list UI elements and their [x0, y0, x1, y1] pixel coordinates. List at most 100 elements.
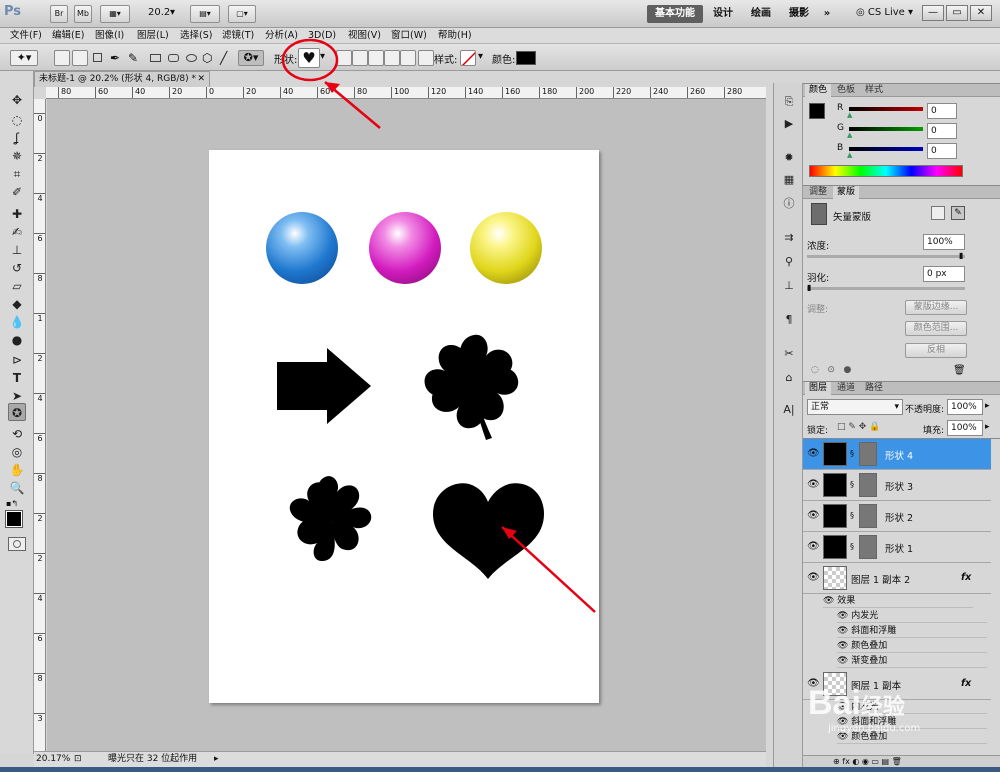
menu-layer[interactable]: 图层(L) — [137, 29, 169, 42]
blend-mode-select[interactable]: 正常 ▾ — [807, 399, 903, 415]
tab-layers[interactable]: 图层 — [805, 382, 832, 395]
blur-tool-icon[interactable]: 💧 — [8, 313, 26, 331]
tool-preset-picker[interactable]: ✦▾ — [10, 50, 38, 66]
layers-footer-icons[interactable]: ⊕ fx ◐ ◉ ▭ ▤ 🗑 — [803, 755, 1000, 767]
layer-row[interactable]: 👁 § 形状 1 — [803, 532, 991, 563]
tab-adjustments[interactable]: 调整 — [805, 186, 831, 199]
chevron-right-icon[interactable]: ▸ — [985, 401, 990, 411]
layer-row[interactable]: 👁 § 形状 4 — [803, 439, 991, 470]
visibility-eye-icon[interactable]: 👁 — [837, 626, 851, 636]
slider-thumb-icon[interactable]: ▲ — [847, 131, 852, 139]
brush-presets-icon[interactable]: ⇉ — [779, 229, 799, 247]
density-slider[interactable] — [807, 255, 965, 258]
exclude-overlap-icon[interactable] — [400, 50, 416, 66]
rectangle-shape-icon[interactable] — [148, 50, 164, 66]
freeform-pen-icon[interactable]: ✎ — [128, 50, 144, 66]
channel-slider-g[interactable] — [849, 127, 923, 131]
opacity-input[interactable]: 100% — [947, 399, 983, 415]
brushes-icon[interactable]: ✂ — [779, 345, 799, 363]
menu-window[interactable]: 窗口(W) — [391, 29, 427, 42]
close-tab-icon[interactable]: ✕ — [197, 72, 205, 86]
effect-row[interactable]: 👁 渐变叠加 — [837, 654, 987, 668]
3d-rotate-icon[interactable]: ⟲ — [8, 425, 26, 443]
visibility-eye-icon[interactable]: 👁 — [807, 510, 820, 521]
channel-slider-b[interactable] — [849, 147, 923, 151]
hand-tool-icon[interactable]: ✋ — [8, 461, 26, 479]
link-chain-icon[interactable]: § — [850, 449, 854, 458]
default-colors-icon[interactable]: ▪↰ — [6, 499, 18, 508]
layer-row[interactable]: 👁 § 形状 2 — [803, 501, 991, 532]
chevron-down-icon[interactable]: ▾ — [478, 51, 483, 62]
shape-layers-mode-icon[interactable] — [54, 50, 70, 66]
chevron-right-icon[interactable]: ▸ — [985, 422, 990, 432]
tool-presets-icon[interactable]: ⊥ — [779, 277, 799, 295]
menu-file[interactable]: 文件(F) — [10, 29, 42, 42]
animation-icon[interactable]: ⌂ — [779, 369, 799, 387]
visibility-eye-icon[interactable]: 👁 — [807, 541, 820, 552]
move-tool-icon[interactable]: ✥ — [8, 91, 26, 109]
invert-button[interactable]: 反相 — [905, 343, 967, 358]
tab-channels[interactable]: 通道 — [833, 382, 859, 395]
link-chain-icon[interactable]: § — [850, 480, 854, 489]
color-spectrum-bar[interactable] — [809, 165, 963, 177]
visibility-eye-icon[interactable]: 👁 — [837, 656, 851, 666]
vector-mask-icon[interactable]: ✎ — [951, 206, 965, 220]
pixel-mask-icon[interactable] — [931, 206, 945, 220]
menu-select[interactable]: 选择(S) — [180, 29, 212, 42]
style-picker[interactable] — [460, 50, 476, 66]
3d-panel-icon[interactable]: ✹ — [779, 149, 799, 167]
brush-tool-icon[interactable]: ✍ — [8, 223, 26, 241]
ellipse-shape-icon[interactable] — [184, 50, 200, 66]
color-swatch[interactable] — [516, 51, 536, 65]
fill-input[interactable]: 100% — [947, 420, 983, 436]
more-workspaces-button[interactable]: » — [818, 5, 836, 23]
visibility-eye-icon[interactable]: 👁 — [823, 596, 837, 606]
visibility-eye-icon[interactable]: 👁 — [837, 641, 851, 651]
slider-thumb-icon[interactable]: ▲ — [847, 111, 852, 119]
mini-bridge-button[interactable]: Mb — [74, 5, 92, 23]
polygon-shape-icon[interactable]: ⬡ — [202, 50, 218, 66]
dodge-tool-icon[interactable]: ● — [8, 331, 26, 349]
zoom-tool-icon[interactable]: 🔍 — [8, 479, 26, 497]
menu-filter[interactable]: 滤镜(T) — [222, 29, 254, 42]
color-panel-foreground[interactable] — [809, 103, 825, 119]
foreground-color[interactable] — [5, 510, 23, 528]
history-panel-icon[interactable]: ⎘ — [779, 93, 799, 111]
visibility-eye-icon[interactable]: 👁 — [837, 611, 851, 621]
status-zoom[interactable]: 20.17% — [36, 752, 70, 767]
marquee-tool-icon[interactable]: ◌ — [8, 111, 26, 129]
eraser-tool-icon[interactable]: ▱ — [8, 277, 26, 295]
density-input[interactable]: 100% — [923, 234, 965, 250]
status-menu-icon[interactable]: ▸ — [214, 752, 219, 767]
visibility-eye-icon[interactable]: 👁 — [807, 479, 820, 490]
lock-icons[interactable]: □ ✎ ✥ 🔒 — [837, 422, 880, 432]
feather-input[interactable]: 0 px — [923, 266, 965, 282]
eyedropper-tool-icon[interactable]: ✐ — [8, 183, 26, 201]
effect-row[interactable]: 👁 颜色叠加 — [837, 639, 987, 653]
effects-header[interactable]: 👁 效果 — [823, 594, 973, 608]
workspace-painting[interactable]: 绘画 — [746, 5, 776, 23]
3d-orbit-icon[interactable]: ◎ — [8, 443, 26, 461]
healing-brush-icon[interactable]: ✚ — [8, 205, 26, 223]
status-info-icon[interactable]: ⊡ — [74, 752, 82, 767]
mask-panel-footer-icons[interactable]: ◌ ⊙ ● — [811, 365, 851, 375]
histogram-icon[interactable]: ▦ — [779, 171, 799, 189]
pen-tool-icon[interactable]: ⊳ — [8, 351, 26, 369]
layer-row[interactable]: 👁 图层 1 副本 2 fx — [803, 563, 991, 594]
custom-shape-tool-icon[interactable]: ✪ — [8, 403, 26, 421]
fill-pixels-mode-icon[interactable] — [90, 50, 106, 66]
paint-bucket-icon[interactable]: ◆ — [8, 295, 26, 313]
paths-mode-icon[interactable] — [72, 50, 88, 66]
quick-mask-icon[interactable] — [8, 537, 26, 551]
bridge-button[interactable]: Br — [50, 5, 68, 23]
rounded-rectangle-icon[interactable] — [166, 50, 182, 66]
link-layer-style-icon[interactable] — [418, 50, 434, 66]
info-panel-icon[interactable]: ⓘ — [779, 195, 799, 213]
workspace-design[interactable]: 设计 — [708, 5, 738, 23]
workspace-essentials[interactable]: 基本功能 — [647, 5, 703, 23]
chevron-down-icon[interactable]: ▾ — [170, 7, 175, 18]
minimize-button[interactable]: — — [922, 5, 944, 21]
fx-icon[interactable]: fx — [961, 572, 971, 583]
workspace-photography[interactable]: 摄影 — [784, 5, 814, 23]
quick-selection-icon[interactable]: ✵ — [8, 147, 26, 165]
